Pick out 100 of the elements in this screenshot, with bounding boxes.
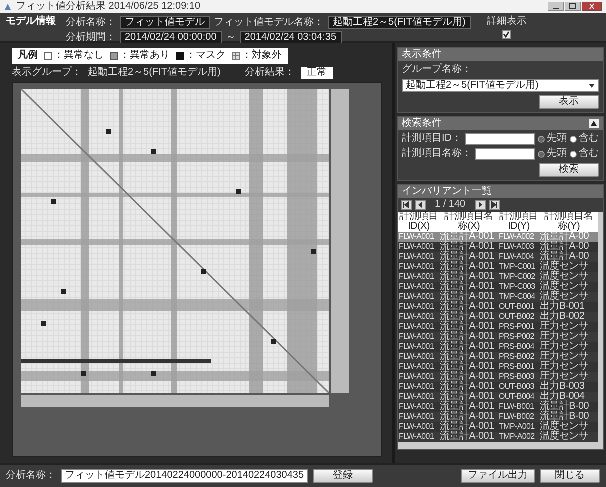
analysis-name-value: フィット値モデル [120,16,210,29]
search-button[interactable]: 検索 [539,163,599,177]
legend-label: ：異常あり [120,50,170,62]
table-cell-text: 出力B-004 [539,392,586,402]
detail-checkbox[interactable] [502,30,512,39]
field-label: 分析名称： [66,16,116,28]
table-cell-text: 温度センサ [539,272,590,282]
table-row[interactable]: FLW-A001 流量計A-001 FLW-A003 流量計A-00 [398,242,598,252]
table-row[interactable]: FLW-A001 流量計A-001 OUT-B004 出力B-004 [398,392,598,402]
page-indicator: 1 / 140 [435,199,466,210]
section-title: インバリアント一覧 [402,186,492,198]
table-row[interactable]: FLW-A001 流量計A-001 TMP-C004 温度センサ [398,292,598,302]
table-cell-text: 圧力センサ [539,352,590,362]
table-row[interactable]: FLW-A001 流量計A-001 TMP-C002 温度センサ [398,272,598,282]
table-cell-text: FLW-A001 [398,402,436,412]
last-page-icon[interactable] [488,200,500,210]
table-cell-text: 流量計A-001 [439,302,496,312]
table-cell-text: 流量計A-001 [439,272,496,282]
column-header[interactable]: 計測項目名称(X) [439,212,498,232]
analysis-name-field[interactable]: フィット値モデル20140224000000-20140224030435 [61,469,308,483]
show-button[interactable]: 表示 [539,95,599,109]
table-cell-text: OUT-B002 [498,312,536,322]
table-cell-text: OUT-B004 [498,392,536,402]
table-cell-text: 圧力センサ [539,332,590,342]
period-start-value: 2014/02/24 00:00:00 [120,31,222,44]
table-cell-text: FLW-A001 [398,272,436,282]
table-row[interactable]: FLW-A001 流量計A-001 TMP-A002 温度センサ [398,432,598,442]
table-cell-text: 流量計A-001 [439,422,496,432]
register-button[interactable]: 登録 [313,469,374,483]
model-name-value: 起動工程2～5(FIT値モデル用) [328,16,471,29]
section-title: 表示条件 [402,48,442,60]
radio-label: 先頭 [547,148,567,160]
table-cell-text: FLW-B002 [498,412,536,422]
table-row[interactable]: FLW-A001 流量計A-001 PRS-P002 圧力センサ [398,332,598,342]
table-cell-text: FLW-A001 [398,382,436,392]
dropdown-arrow-icon[interactable] [589,84,595,88]
table-cell-text: 流量計A-001 [439,242,496,252]
column-header[interactable]: 計測項目名称(Y) [539,212,598,232]
field-label: フィット値モデル名称： [214,16,324,28]
table-cell-text: 流量計A-001 [439,362,496,372]
table-cell-text: 流量計A-001 [439,252,496,262]
period-separator: ～ [226,32,236,44]
radio-button[interactable] [538,136,545,142]
maximize-icon[interactable] [565,2,581,11]
column-header[interactable]: 計測項目ID(X) [398,212,439,232]
previous-page-icon[interactable] [415,200,426,210]
table-cell-text: FLW-A001 [398,412,436,422]
group-label: 表示グループ： [12,67,82,79]
table-row[interactable]: FLW-A001 流量計A-001 FLW-B002 流量計B-00 [398,412,598,422]
horizontal-scrollbar[interactable] [398,442,603,449]
group-value: 起動工程2～5(FIT値モデル用) [88,67,221,79]
close-icon[interactable] [582,2,602,11]
table-row[interactable]: FLW-A001 流量計A-001 TMP-C003 温度センサ [398,282,598,292]
column-header[interactable]: 計測項目ID(Y) [498,212,539,232]
table-cell-text: 圧力センサ [539,342,590,352]
table-cell-text: FLW-A001 [398,332,436,342]
field-label: 分析期間： [66,32,116,44]
table-row[interactable]: FLW-A001 流量計A-001 OUT-B002 出力B-002 [398,312,598,322]
close-button[interactable]: 閉じる [540,469,600,483]
table-cell-text: 温度センサ [539,292,590,302]
table-cell-text: PRS-P002 [498,332,536,342]
table-cell-text: 流量計A-001 [439,432,496,442]
export-button[interactable]: ファイル出力 [461,469,535,483]
table-cell-text: PRS-B002 [498,352,536,362]
table-cell-text: 温度センサ [539,422,590,432]
input-field[interactable] [465,133,535,145]
table-cell-text: 流量計A-001 [439,372,496,382]
next-page-icon[interactable] [474,200,486,210]
table-cell-text: 流量計A-001 [439,382,496,392]
table-row[interactable]: FLW-A001 流量計A-001 PRS-B003 圧力センサ [398,372,598,382]
table-cell-text: 流量計A-001 [439,282,496,292]
minimize-icon[interactable] [548,2,564,11]
table-row[interactable]: FLW-A001 流量計A-001 FLW-B001 流量計B-00 [398,402,598,412]
table-row[interactable]: FLW-A001 流量計A-001 OUT-B003 出力B-003 [398,382,598,392]
radio-label: 含む [579,133,599,145]
table-cell-text: 流量計A-001 [439,312,496,322]
table-cell-text: TMP-C004 [498,292,536,302]
table-row[interactable]: FLW-A001 流量計A-001 OUT-B001 出力B-001 [398,302,598,312]
radio-button[interactable] [538,150,545,158]
table-cell-text: FLW-A001 [398,372,436,382]
legend-label: ：マスク [186,50,226,62]
radio-label: 含む [579,148,599,160]
table-row[interactable]: FLW-A001 流量計A-001 PRS-P001 圧力センサ [398,322,598,332]
input-field[interactable] [475,148,535,160]
table-cell-text: OUT-B001 [498,302,536,312]
vertical-scrollbar[interactable] [598,212,603,442]
table-row[interactable]: FLW-A001 流量計A-001 PRS-B002 圧力センサ [398,352,598,362]
table-row[interactable]: FLW-A001 流量計A-001 TMP-C001 温度センサ [398,262,598,272]
radio-button[interactable] [570,136,577,142]
field-label: 分析名称： [6,470,56,482]
collapse-icon[interactable] [589,119,599,128]
group-select[interactable]: 起動工程2～5(FIT値モデル用) [402,79,599,92]
table-cell-text: FLW-A001 [398,362,436,372]
radio-button[interactable] [570,150,577,158]
first-page-icon[interactable] [401,200,412,210]
table-row[interactable]: FLW-A001 流量計A-001 FLW-A004 流量計A-00 [398,252,598,262]
table-cell-text: FLW-A001 [398,262,436,272]
table-row[interactable]: FLW-A001 流量計A-001 TMP-A001 温度センサ [398,422,598,432]
table-row[interactable]: FLW-A001 流量計A-001 PRS-B001 圧力センサ [398,362,598,372]
table-row[interactable]: FLW-A001 流量計A-001 PRS-B004 圧力センサ [398,342,598,352]
